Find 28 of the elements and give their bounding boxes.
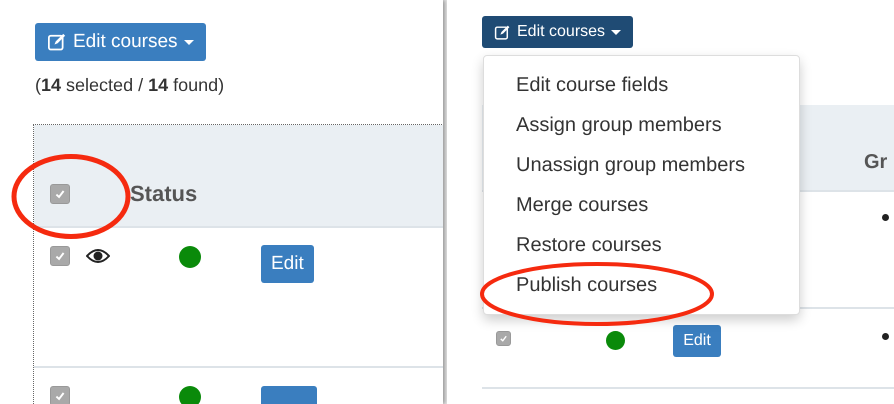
column-header: Status [130, 180, 198, 206]
check-icon [54, 390, 66, 402]
menu-item[interactable]: Edit course fields [484, 65, 799, 105]
check-icon [54, 250, 66, 262]
edit-icon [47, 32, 67, 52]
row-checkbox[interactable] [50, 246, 70, 266]
column-header: Gr [864, 151, 888, 174]
menu-item[interactable]: Merge courses [484, 185, 799, 225]
edit-button[interactable]: Edit [673, 325, 721, 357]
status-dot [606, 331, 625, 350]
menu-item[interactable]: Assign group members [484, 105, 799, 145]
menu-item[interactable]: Restore courses [484, 225, 799, 265]
select-all-checkbox[interactable] [50, 184, 70, 204]
edit-button[interactable]: Edit [261, 245, 314, 283]
selection-summary: (14 selected / 14 found) [35, 75, 226, 96]
menu-item[interactable]: Publish courses [484, 265, 799, 305]
menu-item[interactable]: Unassign group members [484, 145, 799, 185]
status-dot [179, 386, 201, 404]
edit-icon [494, 24, 511, 40]
status-dot [179, 246, 201, 268]
caret-icon [184, 40, 194, 44]
row-checkbox[interactable] [50, 386, 70, 404]
edit-courses-button[interactable]: Edit courses [482, 16, 634, 48]
check-icon [54, 188, 66, 200]
caret-icon [611, 30, 622, 34]
check-icon [499, 334, 508, 343]
row-checkbox[interactable] [496, 331, 511, 346]
edit-courses-button[interactable]: Edit courses [35, 23, 206, 61]
